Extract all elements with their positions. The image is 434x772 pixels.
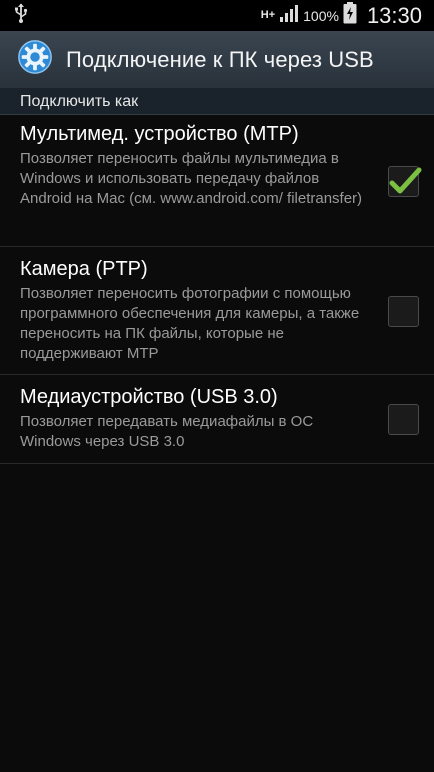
section-header: Подключить как <box>0 89 434 115</box>
ptp-checkbox[interactable] <box>388 295 419 327</box>
status-left <box>14 3 28 28</box>
signal-strength-icon <box>279 4 299 27</box>
usb3-checkbox[interactable] <box>388 404 419 435</box>
section-header-label: Подключить как <box>20 92 139 110</box>
page-title: Подключение к ПК через USB <box>66 46 374 72</box>
action-bar: Подключение к ПК через USB <box>0 31 434 89</box>
battery-percent: 100% <box>303 7 339 24</box>
mtp-checkbox[interactable] <box>388 165 422 197</box>
settings-gear-icon[interactable] <box>16 38 66 81</box>
option-mtp[interactable]: Мультимед. устройство (MTP) Позволяет пе… <box>0 115 434 247</box>
option-description: Позволяет переносить файлы мультимедиа в… <box>20 150 363 207</box>
usb-icon <box>14 3 28 28</box>
status-right: H+ 100% 13:30 <box>261 2 422 29</box>
checkmark-icon <box>389 167 422 193</box>
status-bar: H+ 100% 13:30 <box>0 0 434 31</box>
status-clock: 13:30 <box>366 2 422 28</box>
option-title: Камера (PTP) <box>20 258 148 280</box>
network-type-label: H+ <box>260 9 276 21</box>
option-usb3[interactable]: Медиаустройство (USB 3.0) Позволяет пере… <box>0 375 434 464</box>
option-description: Позволяет переносить фотографии с помощь… <box>20 285 360 362</box>
option-title: Мультимед. устройство (MTP) <box>20 123 299 145</box>
battery-charging-icon <box>343 2 357 29</box>
option-description: Позволяет передавать медиафайлы в ОС Win… <box>20 413 314 450</box>
option-ptp[interactable]: Камера (PTP) Позволяет переносить фотогр… <box>0 247 434 375</box>
option-title: Медиаустройство (USB 3.0) <box>20 386 278 408</box>
